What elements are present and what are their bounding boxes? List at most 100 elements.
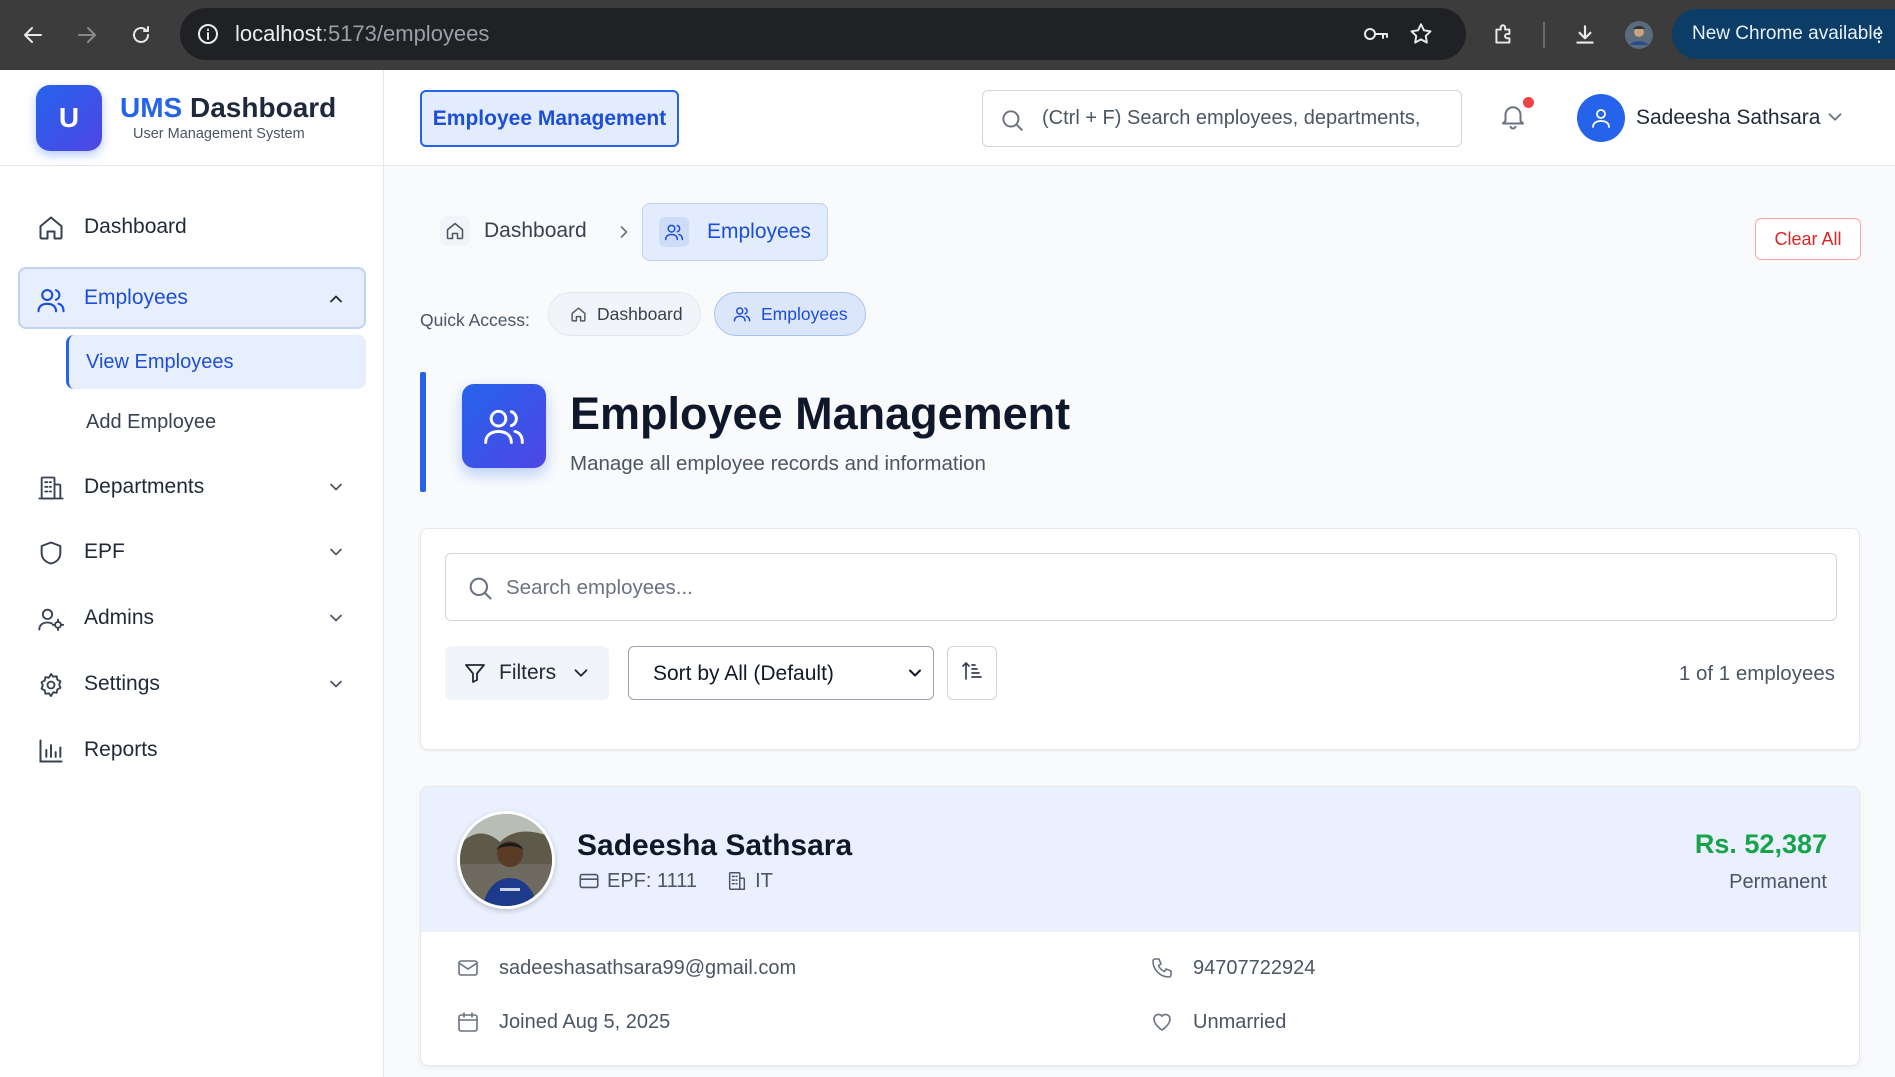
breadcrumb-dashboard[interactable]: Dashboard	[440, 216, 587, 246]
sidebar-subitem-add-employee[interactable]: Add Employee	[66, 395, 366, 449]
reload-icon[interactable]	[124, 18, 158, 52]
current-page-chip[interactable]: Employee Management	[420, 90, 679, 147]
heart-icon	[1149, 1009, 1175, 1035]
brand-title: UMS Dashboard	[120, 92, 337, 123]
sidebar-item-label: Reports	[84, 738, 158, 761]
back-icon[interactable]	[16, 18, 50, 52]
chevron-down-icon	[905, 663, 925, 683]
chevron-down-icon[interactable]	[324, 606, 348, 630]
employee-marital-status: Unmarried	[1149, 1009, 1286, 1035]
toolbar-divider	[1543, 22, 1545, 48]
extensions-icon[interactable]	[1487, 18, 1521, 52]
quick-access-item-label: Dashboard	[597, 303, 683, 324]
url-text: localhost:5173/employees	[235, 21, 490, 46]
sidebar-item-reports[interactable]: Reports	[18, 720, 366, 780]
global-search[interactable]: (Ctrl + F) Search employees, departments…	[982, 90, 1462, 147]
bookmark-star-icon[interactable]	[1408, 21, 1434, 47]
new-chrome-available-button[interactable]: New Chrome available ⋮	[1672, 9, 1895, 59]
sidebar-subitem-label: Add Employee	[86, 410, 217, 433]
sidebar-subitem-view-employees[interactable]: View Employees	[66, 335, 366, 389]
users-icon	[733, 305, 751, 323]
employee-type: Permanent	[1729, 871, 1827, 893]
sidebar-item-epf[interactable]: EPF	[18, 522, 366, 582]
sort-select[interactable]: Sort by All (Default)	[628, 646, 934, 700]
employee-meta: EPF: 1111 IT	[577, 869, 773, 893]
employee-search[interactable]	[445, 553, 1837, 621]
filters-label: Filters	[499, 661, 557, 684]
more-vertical-icon[interactable]: ⋮	[1869, 22, 1889, 47]
id-card-icon	[577, 869, 601, 893]
clear-all-button[interactable]: Clear All	[1755, 218, 1861, 260]
sort-selected-value: Sort by All (Default)	[653, 662, 834, 685]
employee-joined: Joined Aug 5, 2025	[455, 1009, 670, 1035]
shield-icon	[36, 538, 66, 568]
employee-name: Sadeesha Sathsara	[577, 829, 853, 862]
heading-accent-bar	[420, 372, 426, 492]
global-search-placeholder: (Ctrl + F) Search employees, departments…	[1042, 107, 1421, 129]
calendar-icon	[455, 1009, 481, 1035]
chevron-right-icon	[614, 222, 634, 242]
profile-avatar-icon[interactable]	[1622, 18, 1656, 52]
brand-logo: U	[36, 85, 102, 151]
chevron-down-icon[interactable]	[324, 672, 348, 696]
employee-search-input[interactable]	[506, 568, 1806, 608]
sidebar-item-dashboard[interactable]: Dashboard	[18, 197, 366, 257]
building-icon	[36, 473, 66, 503]
chevron-up-icon[interactable]	[324, 287, 348, 311]
sidebar: U UMS Dashboard User Management System D…	[0, 70, 384, 1077]
breadcrumb-employees[interactable]: Employees	[642, 203, 828, 261]
filter-panel: Filters Sort by All (Default) 1 of 1 emp…	[420, 528, 1860, 750]
quick-access-item-label: Employees	[761, 303, 848, 324]
employee-joined-text: Joined Aug 5, 2025	[499, 1010, 671, 1033]
mail-icon	[455, 955, 481, 981]
employee-salary: Rs. 52,387	[1694, 829, 1827, 859]
phone-icon	[1149, 955, 1175, 981]
sidebar-item-employees[interactable]: Employees	[18, 267, 366, 329]
quick-access-employees[interactable]: Employees	[714, 292, 866, 336]
search-icon	[466, 574, 494, 602]
employee-photo	[457, 811, 555, 909]
brand: U UMS Dashboard User Management System	[0, 70, 383, 166]
home-icon	[440, 216, 470, 246]
address-bar[interactable]: localhost:5173/employees	[180, 8, 1466, 60]
page-subtitle: Manage all employee records and informat…	[570, 452, 986, 475]
chevron-down-icon[interactable]	[324, 475, 348, 499]
top-header: Employee Management (Ctrl + F) Search em…	[384, 70, 1895, 166]
sidebar-item-settings[interactable]: Settings	[18, 654, 366, 714]
sidebar-item-admins[interactable]: Admins	[18, 588, 366, 648]
sort-direction-button[interactable]	[947, 646, 997, 700]
sidebar-subitem-label: View Employees	[86, 350, 234, 373]
user-avatar[interactable]	[1577, 94, 1625, 142]
employee-department: IT	[755, 869, 773, 892]
breadcrumb-label: Dashboard	[484, 219, 587, 242]
sidebar-item-label: Employees	[84, 286, 188, 309]
employee-phone-text: 94707722924	[1193, 956, 1316, 979]
user-name[interactable]: Sadeesha Sathsara	[1636, 106, 1820, 130]
sidebar-item-label: Settings	[84, 672, 160, 695]
employee-email[interactable]: sadeeshasathsara99@gmail.com	[455, 955, 796, 981]
filters-button[interactable]: Filters	[445, 646, 609, 700]
gear-icon	[36, 670, 66, 700]
site-info-icon[interactable]	[196, 22, 220, 46]
quick-access-label: Quick Access:	[420, 310, 530, 330]
sidebar-item-departments[interactable]: Departments	[18, 457, 366, 517]
home-icon	[36, 213, 66, 243]
password-key-icon[interactable]	[1362, 22, 1390, 46]
employee-card-header: Sadeesha Sathsara EPF: 1111 IT Rs. 52,38…	[421, 787, 1859, 932]
user-cog-icon	[36, 604, 66, 634]
employee-phone[interactable]: 94707722924	[1149, 955, 1315, 981]
download-icon[interactable]	[1568, 18, 1602, 52]
search-icon	[999, 107, 1025, 133]
chevron-down-icon[interactable]	[1824, 106, 1848, 130]
employee-card[interactable]: Sadeesha Sathsara EPF: 1111 IT Rs. 52,38…	[420, 786, 1860, 1066]
forward-icon[interactable]	[70, 18, 104, 52]
quick-access-dashboard[interactable]: Dashboard	[548, 292, 701, 336]
chevron-down-icon[interactable]	[324, 540, 348, 564]
breadcrumb-label: Employees	[707, 220, 811, 243]
employee-marital-text: Unmarried	[1193, 1010, 1287, 1033]
sort-ascending-icon	[960, 659, 984, 688]
users-icon	[462, 384, 546, 468]
notification-badge	[1523, 97, 1534, 108]
result-count: 1 of 1 employees	[1678, 662, 1835, 685]
employee-epf: EPF: 1111	[607, 869, 698, 892]
